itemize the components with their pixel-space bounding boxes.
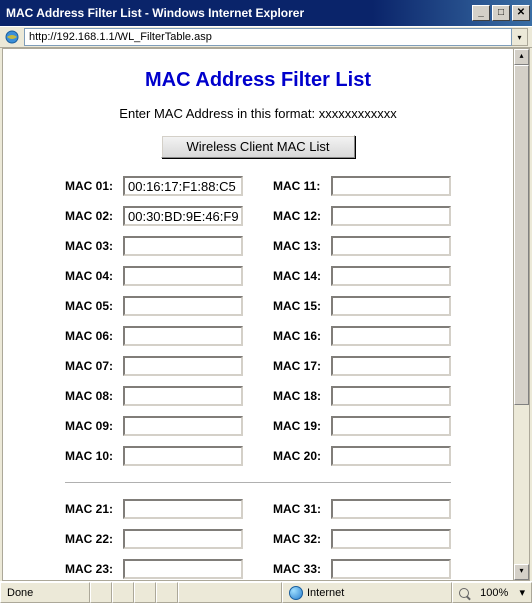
vertical-scrollbar[interactable]: ▴ ▾ [514,48,530,581]
maximize-button[interactable]: □ [492,5,510,21]
section-divider [65,482,451,483]
status-zoom[interactable]: 100% ▾ [452,582,532,603]
mac-label: MAC 09: [65,419,123,433]
scroll-down-button[interactable]: ▾ [514,564,529,580]
status-pane-4 [156,582,178,603]
mac-input[interactable] [331,326,451,346]
mac-input[interactable] [331,446,451,466]
mac-label: MAC 13: [273,239,331,253]
ie-icon [4,29,20,45]
chevron-down-icon: ▾ [519,586,525,599]
mac-input[interactable] [331,266,451,286]
mac-input[interactable] [331,236,451,256]
mac-input[interactable] [123,206,243,226]
globe-icon [289,586,303,600]
address-dropdown-button[interactable]: ▾ [512,28,528,46]
status-pane-3 [134,582,156,603]
status-pane-flex [178,582,282,603]
mac-label: MAC 01: [65,179,123,193]
mac-label: MAC 33: [273,562,331,576]
mac-input[interactable] [331,356,451,376]
mac-label: MAC 05: [65,299,123,313]
mac-input[interactable] [123,386,243,406]
scroll-track[interactable] [514,65,529,564]
mac-input[interactable] [331,499,451,519]
mac-input[interactable] [123,266,243,286]
page-title: MAC Address Filter List [33,69,483,92]
mac-label: MAC 03: [65,239,123,253]
mac-label: MAC 18: [273,389,331,403]
mac-input[interactable] [331,386,451,406]
mac-input[interactable] [123,529,243,549]
status-pane-2 [112,582,134,603]
mac-input[interactable] [123,499,243,519]
mac-label: MAC 22: [65,532,123,546]
mac-label: MAC 02: [65,209,123,223]
status-zone: Internet [282,582,452,603]
mac-input[interactable] [331,559,451,579]
window-titlebar: MAC Address Filter List - Windows Intern… [0,0,532,26]
mac-input[interactable] [331,529,451,549]
minimize-button[interactable]: _ [472,5,490,21]
mac-input[interactable] [331,296,451,316]
mac-label: MAC 31: [273,502,331,516]
mac-label: MAC 10: [65,449,123,463]
mac-input[interactable] [123,236,243,256]
mac-grid: MAC 01: MAC 11: MAC 02: MAC 12: MAC 03: MAC 1… [65,176,451,579]
zone-label: Internet [307,587,344,599]
scroll-up-button[interactable]: ▴ [514,49,529,65]
mac-label: MAC 32: [273,532,331,546]
mac-label: MAC 21: [65,502,123,516]
mac-input[interactable] [123,326,243,346]
mac-label: MAC 12: [273,209,331,223]
scroll-thumb[interactable] [514,65,529,405]
status-pane-1 [90,582,112,603]
mac-label: MAC 06: [65,329,123,343]
mac-label: MAC 07: [65,359,123,373]
wireless-client-mac-list-button[interactable]: Wireless Client MAC List [161,135,354,158]
page-content: MAC Address Filter List Enter MAC Addres… [2,48,514,581]
address-input[interactable] [24,28,512,46]
status-bar: Done Internet 100% ▾ [0,581,532,603]
mac-label: MAC 17: [273,359,331,373]
mac-label: MAC 20: [273,449,331,463]
magnifier-icon [459,588,469,598]
mac-label: MAC 15: [273,299,331,313]
mac-label: MAC 23: [65,562,123,576]
mac-label: MAC 19: [273,419,331,433]
status-done: Done [0,582,90,603]
mac-label: MAC 11: [273,179,331,193]
mac-input[interactable] [331,206,451,226]
mac-input[interactable] [123,176,243,196]
mac-input[interactable] [331,176,451,196]
close-button[interactable]: ✕ [512,5,530,21]
address-bar: ▾ [0,26,532,48]
mac-label: MAC 16: [273,329,331,343]
mac-input[interactable] [123,296,243,316]
mac-input[interactable] [331,416,451,436]
mac-input[interactable] [123,416,243,436]
window-title: MAC Address Filter List - Windows Intern… [6,6,470,20]
page-subtitle: Enter MAC Address in this format: xxxxxx… [33,106,483,121]
mac-label: MAC 08: [65,389,123,403]
zoom-label: 100% [480,587,508,599]
mac-input[interactable] [123,559,243,579]
mac-input[interactable] [123,356,243,376]
mac-label: MAC 04: [65,269,123,283]
mac-label: MAC 14: [273,269,331,283]
mac-input[interactable] [123,446,243,466]
